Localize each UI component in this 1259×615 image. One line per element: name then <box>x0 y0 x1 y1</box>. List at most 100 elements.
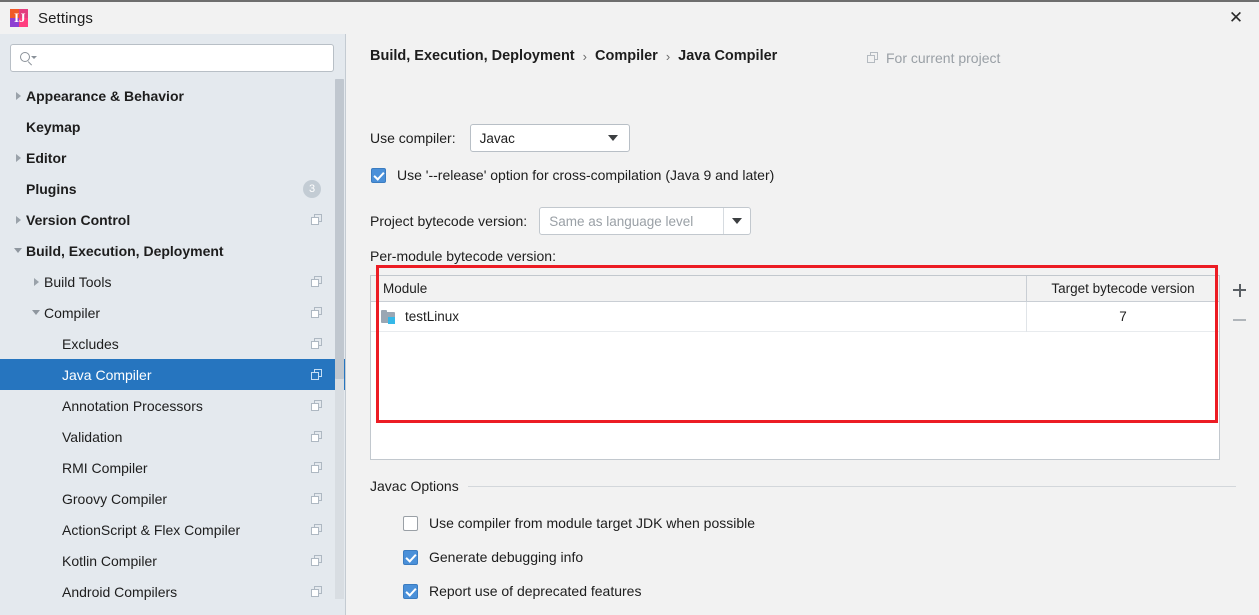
copy-icon <box>311 555 323 567</box>
intellij-idea-icon: IJ <box>10 9 28 27</box>
use-compiler-value: Javac <box>471 131 515 146</box>
add-module-button[interactable] <box>1221 275 1258 305</box>
table-side-toolbar <box>1221 275 1258 460</box>
release-option-checkbox[interactable]: Use '--release' option for cross-compila… <box>371 167 774 183</box>
search-container <box>0 34 345 78</box>
breadcrumb-part[interactable]: Build, Execution, Deployment <box>370 48 575 64</box>
copy-icon <box>311 369 323 381</box>
option-use-compiler-from-module-jdk[interactable]: Use compiler from module target JDK when… <box>403 515 755 531</box>
sidebar-item-label: Validation <box>62 429 122 445</box>
breadcrumb: Build, Execution, Deployment›Compiler›Ja… <box>370 48 777 64</box>
copy-icon <box>311 431 323 443</box>
column-header-target-bytecode[interactable]: Target bytecode version <box>1027 276 1219 301</box>
copy-icon <box>311 338 323 350</box>
sidebar-item-kotlin-compiler[interactable]: Kotlin Compiler <box>0 545 345 576</box>
sidebar-item-label: Appearance & Behavior <box>26 88 184 104</box>
sidebar-item-appearance-behavior[interactable]: Appearance & Behavior <box>0 80 345 111</box>
project-bytecode-select[interactable]: Same as language level <box>539 207 751 235</box>
chevron-down-button[interactable] <box>723 208 750 234</box>
copy-icon <box>311 214 323 226</box>
settings-window: IJ Settings ✕ Appearance & BehaviorKeyma… <box>0 0 1259 615</box>
project-bytecode-label: Project bytecode version: <box>370 213 527 229</box>
sidebar-item-version-control[interactable]: Version Control <box>0 204 345 235</box>
sidebar-item-label: Build Tools <box>44 274 111 290</box>
sidebar-item-label: Editor <box>26 150 66 166</box>
sidebar-item-build-tools[interactable]: Build Tools <box>0 266 345 297</box>
chevron-right-icon[interactable] <box>10 92 26 100</box>
module-bytecode-table: Module Target bytecode version testLinux… <box>370 275 1220 460</box>
search-icon <box>19 51 36 66</box>
sidebar-item-editor[interactable]: Editor <box>0 142 345 173</box>
project-bytecode-row: Project bytecode version: Same as langua… <box>370 207 751 235</box>
search-input[interactable] <box>36 46 333 70</box>
sidebar-item-label: Kotlin Compiler <box>62 553 157 569</box>
sidebar-item-build-execution-deployment[interactable]: Build, Execution, Deployment <box>0 235 345 266</box>
sidebar-item-label: Annotation Processors <box>62 398 203 414</box>
column-header-module[interactable]: Module <box>371 276 1026 301</box>
remove-module-button[interactable] <box>1221 305 1258 335</box>
table-header: Module Target bytecode version <box>371 276 1219 302</box>
sidebar-item-java-compiler[interactable]: Java Compiler <box>0 359 345 390</box>
copy-icon <box>311 400 323 412</box>
chevron-down-icon[interactable] <box>10 248 26 253</box>
scope-hint: For current project <box>867 50 1000 66</box>
module-name: testLinux <box>405 309 459 324</box>
plugins-count-badge: 3 <box>303 180 321 198</box>
checkbox-box <box>403 584 418 599</box>
breadcrumb-separator: › <box>666 49 670 64</box>
sidebar-scrollbar-thumb[interactable] <box>335 79 344 379</box>
per-module-label: Per-module bytecode version: <box>370 248 556 264</box>
use-compiler-select[interactable]: Javac <box>470 124 630 152</box>
sidebar-item-label: Compiler <box>44 305 100 321</box>
use-compiler-label: Use compiler: <box>370 130 456 146</box>
sidebar-item-label: Plugins <box>26 181 77 197</box>
sidebar-item-rmi-compiler[interactable]: RMI Compiler <box>0 452 345 483</box>
chevron-right-icon[interactable] <box>10 216 26 224</box>
sidebar-item-label: Build, Execution, Deployment <box>26 243 224 259</box>
table-row[interactable]: testLinux 7 <box>371 302 1219 332</box>
table-body: testLinux 7 <box>371 302 1219 332</box>
sidebar-item-label: Keymap <box>26 119 80 135</box>
sidebar-item-label: RMI Compiler <box>62 460 148 476</box>
sidebar-item-label: ActionScript & Flex Compiler <box>62 522 240 538</box>
sidebar-item-plugins[interactable]: Plugins 3 <box>0 173 345 204</box>
group-divider <box>468 486 1236 487</box>
option-label: Use compiler from module target JDK when… <box>429 515 755 531</box>
settings-sidebar: Appearance & Behavior Keymap Editor Plugins… <box>0 34 346 615</box>
sidebar-item-actionscript-flex-compiler[interactable]: ActionScript & Flex Compiler <box>0 514 345 545</box>
checkbox-box <box>371 168 386 183</box>
option-label: Generate debugging info <box>429 549 583 565</box>
chevron-right-icon[interactable] <box>10 154 26 162</box>
javac-options-label: Javac Options <box>370 478 459 494</box>
breadcrumb-part[interactable]: Compiler <box>595 48 658 64</box>
sidebar-item-label: Java Compiler <box>62 367 151 383</box>
close-icon[interactable]: ✕ <box>1213 2 1259 34</box>
breadcrumb-part[interactable]: Java Compiler <box>678 48 777 64</box>
copy-icon <box>311 493 323 505</box>
sidebar-item-label: Version Control <box>26 212 130 228</box>
sidebar-item-android-compilers[interactable]: Android Compilers <box>0 576 345 607</box>
scope-hint-label: For current project <box>886 50 1000 66</box>
search-box[interactable] <box>10 44 334 72</box>
sidebar-item-label: Android Compilers <box>62 584 177 600</box>
sidebar-item-validation[interactable]: Validation <box>0 421 345 452</box>
option-generate-debugging-info[interactable]: Generate debugging info <box>403 549 583 565</box>
sidebar-item-label: Groovy Compiler <box>62 491 167 507</box>
checkbox-box <box>403 516 418 531</box>
sidebar-item-compiler[interactable]: Compiler <box>0 297 345 328</box>
chevron-down-icon <box>608 135 618 141</box>
sidebar-item-annotation-processors[interactable]: Annotation Processors <box>0 390 345 421</box>
module-folder-icon <box>381 310 397 324</box>
sidebar-item-groovy-compiler[interactable]: Groovy Compiler <box>0 483 345 514</box>
checkbox-box <box>403 550 418 565</box>
cell-target-bytecode[interactable]: 7 <box>1027 309 1219 324</box>
sidebar-item-label: Excludes <box>62 336 119 352</box>
sidebar-item-excludes[interactable]: Excludes <box>0 328 345 359</box>
copy-icon <box>311 524 323 536</box>
copy-icon <box>311 586 323 598</box>
chevron-down-icon[interactable] <box>28 310 44 315</box>
copy-icon <box>311 462 323 474</box>
chevron-right-icon[interactable] <box>28 278 44 286</box>
option-report-deprecated[interactable]: Report use of deprecated features <box>403 583 641 599</box>
sidebar-item-keymap[interactable]: Keymap <box>0 111 345 142</box>
